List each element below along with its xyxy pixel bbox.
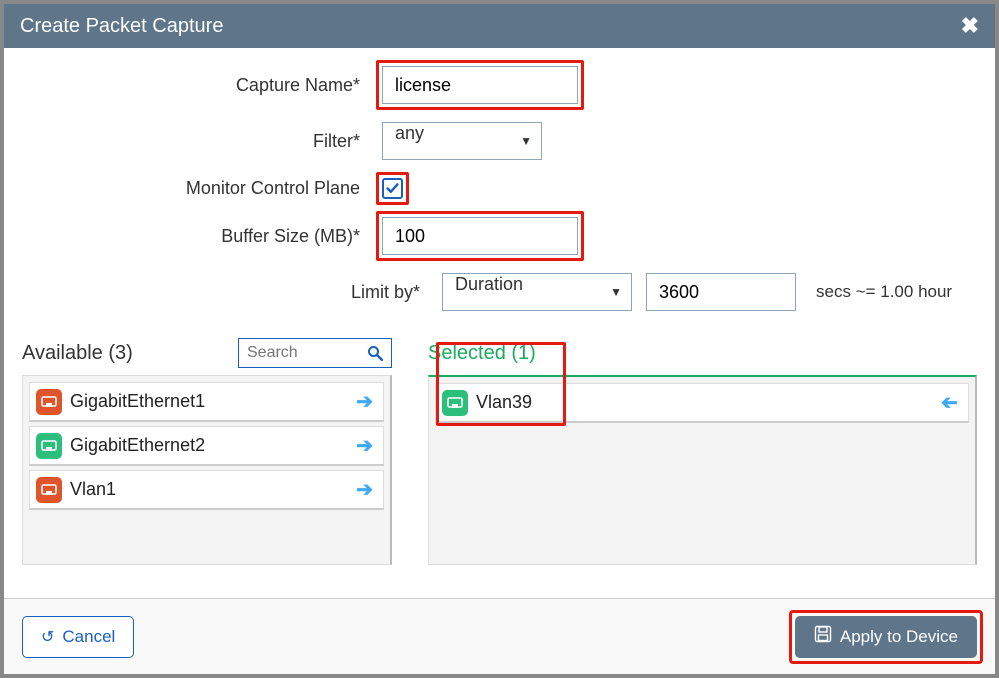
undo-icon: ↺: [41, 627, 54, 647]
modal-header: Create Packet Capture ✖: [4, 4, 995, 48]
available-search[interactable]: [238, 338, 392, 368]
search-input[interactable]: [239, 344, 359, 362]
modal-footer: ↺ Cancel Apply to Device: [4, 598, 995, 674]
ethernet-port-icon: [36, 389, 62, 415]
ethernet-port-icon: [36, 477, 62, 503]
selected-list: Vlan39 ➔: [428, 375, 977, 565]
available-item[interactable]: Vlan1 ➔: [29, 470, 384, 510]
close-icon[interactable]: ✖: [961, 13, 979, 39]
ethernet-port-icon: [36, 433, 62, 459]
selected-item[interactable]: Vlan39 ➔: [435, 383, 969, 423]
cancel-label: Cancel: [62, 627, 115, 647]
available-list: GigabitEthernet1 ➔ GigabitEthernet2: [22, 375, 392, 565]
capture-name-input[interactable]: [382, 66, 578, 104]
selected-column: Selected (1) Vlan39 ➔: [428, 335, 977, 565]
available-title: Available (3): [22, 342, 133, 365]
available-item[interactable]: GigabitEthernet1 ➔: [29, 382, 384, 422]
row-capture-name: Capture Name*: [22, 66, 977, 104]
label-monitor-control-plane: Monitor Control Plane: [22, 178, 382, 199]
monitor-control-plane-checkbox[interactable]: [382, 178, 403, 199]
label-limit-by: Limit by*: [22, 282, 442, 303]
move-right-icon[interactable]: ➔: [356, 477, 373, 502]
label-filter: Filter*: [22, 131, 382, 152]
available-column: Available (3): [22, 335, 392, 565]
label-capture-name: Capture Name*: [22, 75, 382, 96]
available-item[interactable]: GigabitEthernet2 ➔: [29, 426, 384, 466]
selected-title: Selected (1): [428, 342, 536, 365]
interface-name: Vlan1: [70, 479, 116, 500]
buffer-size-input[interactable]: [382, 217, 578, 255]
row-filter: Filter* any ▼: [22, 122, 977, 160]
move-right-icon[interactable]: ➔: [356, 389, 373, 414]
modal-title: Create Packet Capture: [20, 15, 223, 38]
row-monitor-control-plane: Monitor Control Plane: [22, 178, 977, 199]
limit-by-hint: secs ~= 1.00 hour: [816, 282, 952, 302]
move-right-icon[interactable]: ➔: [356, 433, 373, 458]
apply-label: Apply to Device: [840, 627, 958, 647]
limit-by-select[interactable]: Duration: [442, 273, 632, 311]
row-buffer-size: Buffer Size (MB)*: [22, 217, 977, 255]
interface-name: GigabitEthernet2: [70, 435, 205, 456]
move-left-icon[interactable]: ➔: [941, 390, 958, 415]
search-icon[interactable]: [359, 345, 391, 361]
label-buffer-size: Buffer Size (MB)*: [22, 226, 382, 247]
limit-by-value-input[interactable]: [646, 273, 796, 311]
interface-dual-list: Available (3): [22, 335, 977, 565]
filter-select[interactable]: any: [382, 122, 542, 160]
interface-name: GigabitEthernet1: [70, 391, 205, 412]
interface-name: Vlan39: [476, 392, 532, 413]
ethernet-port-icon: [442, 390, 468, 416]
save-icon: [814, 625, 832, 648]
apply-button[interactable]: Apply to Device: [795, 616, 977, 658]
modal-body: Capture Name* Filter* any ▼: [4, 48, 995, 598]
row-limit-by: Limit by* Duration ▼ secs ~= 1.00 hour: [22, 273, 977, 311]
cancel-button[interactable]: ↺ Cancel: [22, 616, 134, 658]
